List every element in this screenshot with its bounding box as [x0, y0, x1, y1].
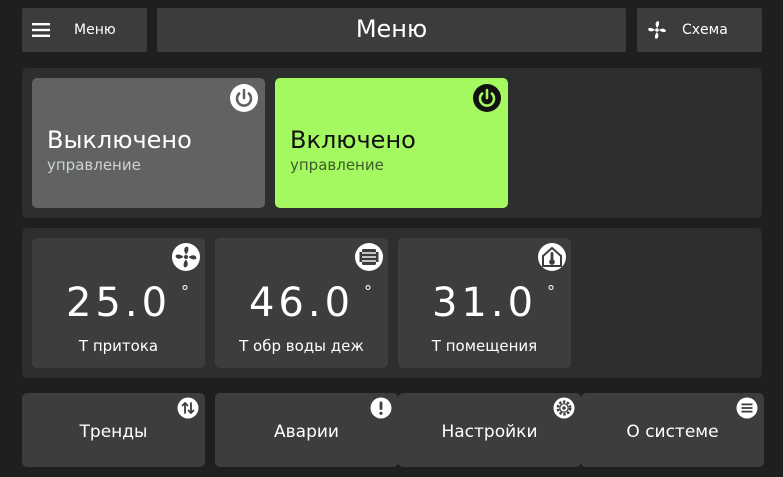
page-title: Меню: [355, 15, 428, 43]
trends-icon: [177, 397, 199, 419]
sensor-room-temp: 31.0 ° Т помещения: [398, 238, 571, 368]
fan-icon: [648, 21, 666, 39]
power-icon: [230, 84, 258, 112]
sensor-value: 31.0: [431, 280, 538, 326]
about-button-label: О системе: [626, 422, 719, 442]
trends-button[interactable]: Тренды: [22, 393, 205, 467]
sensor-unit: °: [547, 282, 555, 301]
settings-button-label: Настройки: [441, 422, 538, 442]
about-button[interactable]: О системе: [581, 393, 764, 467]
mode-on-subtitle: управление: [290, 156, 384, 174]
mode-off-card[interactable]: Выключено управление: [32, 78, 265, 208]
sensor-caption: Т помещения: [431, 337, 538, 355]
list-icon: [736, 397, 758, 419]
menu-button[interactable]: Меню: [22, 8, 147, 52]
hamburger-icon: [32, 23, 50, 37]
gear-icon: [553, 397, 575, 419]
scheme-button-label: Схема: [682, 22, 728, 38]
alert-icon: [370, 397, 392, 419]
header-title-bar: Меню: [157, 8, 626, 52]
sensor-unit: °: [181, 282, 189, 301]
sensor-return-water-temp: 46.0 ° Т обр воды деж: [215, 238, 388, 368]
sensor-supply-temp: 25.0 ° Т притока: [32, 238, 205, 368]
trends-button-label: Тренды: [79, 422, 148, 442]
menu-button-label: Меню: [74, 22, 116, 38]
sensor-caption: Т притока: [78, 337, 159, 355]
settings-button[interactable]: Настройки: [398, 393, 581, 467]
sensor-caption: Т обр воды деж: [239, 337, 364, 355]
sensor-value: 46.0: [248, 280, 355, 326]
mode-off-title: Выключено: [47, 126, 192, 154]
alarms-button[interactable]: Аварии: [215, 393, 398, 467]
power-icon: [473, 84, 501, 112]
mode-off-subtitle: управление: [47, 156, 141, 174]
mode-on-title: Включено: [290, 126, 416, 154]
scheme-button[interactable]: Схема: [637, 8, 762, 52]
house-thermometer-icon: [538, 243, 566, 271]
fan-icon: [172, 243, 200, 271]
sensor-unit: °: [364, 282, 372, 301]
alarms-button-label: Аварии: [274, 422, 339, 442]
radiator-icon: [355, 243, 383, 271]
sensor-value: 25.0: [65, 280, 172, 326]
mode-on-card[interactable]: Включено управление: [275, 78, 508, 208]
